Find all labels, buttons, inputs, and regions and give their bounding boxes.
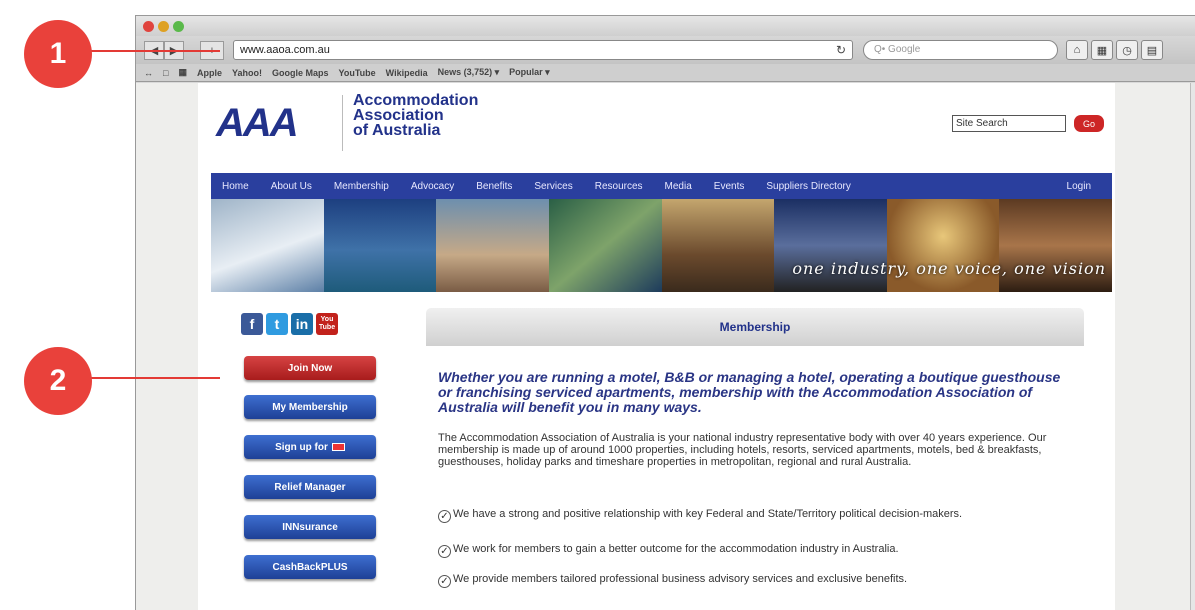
bookmark-google-maps[interactable]: Google Maps (272, 68, 329, 78)
title-bar (136, 16, 1195, 36)
banner-photo-lounge (661, 199, 775, 292)
browser-viewport: AAA Accommodation Association of Austral… (136, 83, 1195, 610)
benefit-item: ✓ We work for members to gain a better ou… (438, 543, 1088, 558)
banner-image: one industry, one voice, one vision (211, 199, 1112, 292)
benefit-item: ✓ We have a strong and positive relations… (438, 508, 1088, 523)
history-icon[interactable]: ◷ (1116, 40, 1138, 60)
benefit-item: ✓ We provide members tailored professiona… (438, 573, 1088, 588)
nav-media[interactable]: Media (654, 181, 703, 192)
nav-resources[interactable]: Resources (584, 181, 654, 192)
benefit-text: We work for members to gain a better out… (453, 543, 899, 555)
minimize-window-icon[interactable] (158, 21, 169, 32)
relief-manager-button[interactable]: Relief Manager (244, 475, 376, 499)
callout-1-badge: 1 (24, 20, 92, 88)
callout-2-badge: 2 (24, 347, 92, 415)
banner-photo-couple (436, 199, 549, 292)
bookmark-youtube[interactable]: YouTube (339, 68, 376, 78)
logo-divider (342, 95, 343, 151)
innsurance-button[interactable]: INNsurance (244, 515, 376, 539)
banner-photo-restaurant (999, 199, 1112, 292)
membership-intro: Whether you are running a motel, B&B or … (438, 369, 1061, 415)
banner-photo-pool (323, 199, 437, 292)
cashbackplus-button[interactable]: CashBackPLUS (244, 555, 376, 579)
sign-up-label: Sign up for (275, 441, 328, 453)
main-nav: Home About Us Membership Advocacy Benefi… (211, 173, 1112, 199)
nav-services[interactable]: Services (523, 181, 583, 192)
nav-login[interactable]: Login (1056, 181, 1102, 192)
url-text: www.aaoa.com.au (240, 44, 330, 56)
top-sites-icon[interactable]: ▦ (1091, 40, 1113, 60)
browser-window: ◀ ▶ + www.aaoa.com.au ↻ Q• Google ⌂ ▦ ◷ … (135, 15, 1195, 610)
screenshot: ◀ ▶ + www.aaoa.com.au ↻ Q• Google ⌂ ▦ ◷ … (0, 0, 1195, 610)
checkmark-icon: ✓ (438, 575, 451, 588)
page-scrollbar[interactable] (1190, 83, 1195, 610)
nav-advocacy[interactable]: Advocacy (400, 181, 465, 192)
close-window-icon[interactable] (143, 21, 154, 32)
bookmarks-book-icon[interactable]: □ (163, 68, 168, 78)
web-page: AAA Accommodation Association of Austral… (198, 83, 1115, 610)
banner-photo-hotel-room (211, 199, 324, 292)
logo-line: of Australia (353, 122, 441, 139)
bookmark-apple[interactable]: Apple (197, 68, 222, 78)
nav-suppliers-directory[interactable]: Suppliers Directory (755, 181, 861, 192)
aaa-logo[interactable]: AAA (216, 101, 299, 146)
banner-photo-lobby (886, 199, 1000, 292)
banner-photo-building (774, 199, 887, 292)
bookmarks-bar: ↔ □ ▦ Apple Yahoo! Google Maps YouTube W… (136, 64, 1195, 82)
facebook-icon[interactable]: f (241, 313, 263, 335)
nav-membership[interactable]: Membership (323, 181, 400, 192)
banner-photo-resort (548, 199, 662, 292)
benefit-text: We provide members tailored professional… (453, 573, 908, 585)
home-icon[interactable]: ⌂ (1066, 40, 1088, 60)
membership-panel-title: Membership (426, 308, 1084, 346)
organisation-name: Accommodation Association of Australia (353, 92, 479, 139)
join-now-button[interactable]: Join Now (244, 356, 376, 380)
membership-description: The Accommodation Association of Austral… (438, 432, 1047, 468)
logo-line: Accommodation (353, 92, 479, 109)
bookmark-wikipedia[interactable]: Wikipedia (386, 68, 428, 78)
bookmark-yahoo[interactable]: Yahoo! (232, 68, 262, 78)
sign-up-button[interactable]: Sign up for (244, 435, 376, 459)
nav-benefits[interactable]: Benefits (465, 181, 523, 192)
newsletter-badge-icon (331, 443, 345, 451)
search-go-button[interactable]: Go (1074, 115, 1104, 132)
checkmark-icon: ✓ (438, 510, 451, 523)
banner-tagline: one industry, one voice, one vision (792, 259, 1106, 278)
site-search-input[interactable]: Site Search (952, 115, 1066, 132)
callout-1-pointer (90, 50, 220, 52)
social-links: f t in You Tube (241, 313, 338, 335)
checkmark-icon: ✓ (438, 545, 451, 558)
zoom-window-icon[interactable] (173, 21, 184, 32)
bookmark-popular[interactable]: Popular ▾ (509, 67, 550, 78)
nav-home[interactable]: Home (211, 181, 260, 192)
benefit-text: We have a strong and positive relationsh… (453, 508, 963, 520)
address-bar[interactable]: www.aaoa.com.au ↻ (233, 40, 853, 60)
youtube-icon[interactable]: You Tube (316, 313, 338, 335)
browser-toolbar: ◀ ▶ + www.aaoa.com.au ↻ Q• Google ⌂ ▦ ◷ … (136, 36, 1195, 64)
linkedin-icon[interactable]: in (291, 313, 313, 335)
reading-list-icon[interactable]: ▤ (1141, 40, 1163, 60)
logo-line: Association (353, 107, 444, 124)
reader-icon[interactable]: ↔ (144, 68, 153, 78)
top-sites-grid-icon[interactable]: ▦ (178, 67, 187, 78)
bookmark-news[interactable]: News (3,752) ▾ (438, 67, 500, 78)
reload-icon[interactable]: ↻ (836, 43, 846, 57)
browser-search-input[interactable]: Q• Google (863, 40, 1058, 60)
nav-events[interactable]: Events (703, 181, 756, 192)
callout-2-pointer (90, 377, 220, 379)
twitter-icon[interactable]: t (266, 313, 288, 335)
nav-about-us[interactable]: About Us (260, 181, 323, 192)
my-membership-button[interactable]: My Membership (244, 395, 376, 419)
